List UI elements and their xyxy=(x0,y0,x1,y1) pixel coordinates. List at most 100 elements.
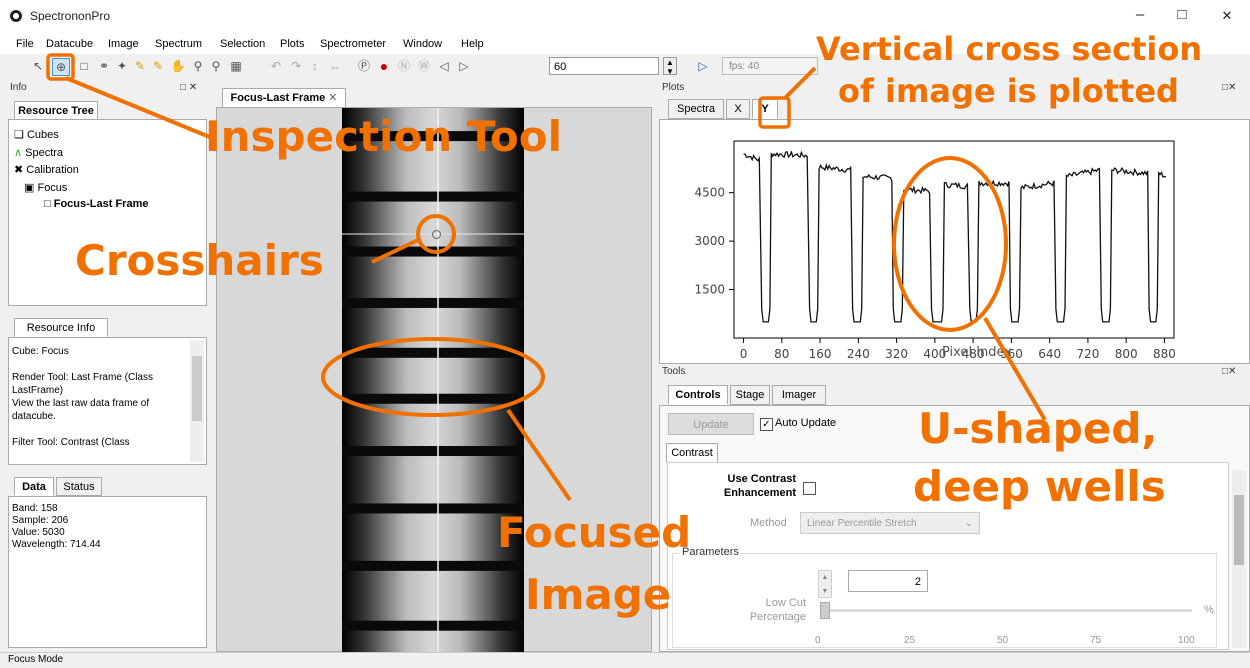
window-title: SpectrononPro xyxy=(30,9,111,23)
pan-hand-icon[interactable]: ✋ xyxy=(170,58,186,74)
low-cut-slider-handle[interactable] xyxy=(820,602,830,619)
resource-info-text: Cube: Focus Render Tool: Last Frame (Cla… xyxy=(12,346,153,448)
u-shaped-callout-2: deep wells xyxy=(913,462,1166,511)
play-icon[interactable]: ▷ xyxy=(695,58,711,74)
inspection-crosshair-icon[interactable]: ⊕ xyxy=(52,58,70,76)
tab-spectra[interactable]: Spectra xyxy=(668,99,724,119)
low-cut-slider-track[interactable] xyxy=(820,609,1192,612)
tab-close-icon[interactable]: ✕ xyxy=(328,92,337,104)
y-tick-label: 4500 xyxy=(694,186,725,200)
calibration-icon: ✖ xyxy=(14,164,24,176)
x-tick-label: 0 xyxy=(740,347,748,361)
app-logo-icon xyxy=(10,10,22,22)
vertical-cross-callout-1: Vertical cross section xyxy=(816,30,1203,68)
dark-icon[interactable]: Ⓝ xyxy=(396,58,412,74)
tab-controls[interactable]: Controls xyxy=(668,385,728,405)
white-icon[interactable]: Ⓦ xyxy=(416,58,432,74)
tools-panel-controls[interactable]: □✕ xyxy=(1222,366,1236,377)
maximize-button[interactable]: □ xyxy=(1172,6,1192,23)
pixel-value: Value: 5030 xyxy=(12,527,65,538)
next-icon[interactable]: ▷ xyxy=(456,58,472,74)
frame-stepper[interactable]: ▲ ▼ xyxy=(663,57,677,76)
tree-item-spectra[interactable]: ∧ Spectra xyxy=(14,146,63,159)
tab-y[interactable]: Y xyxy=(752,99,778,119)
undo-icon[interactable]: ↶ xyxy=(268,58,284,74)
slider-tick-100: 100 xyxy=(1178,635,1195,646)
tree-item-calibration[interactable]: ✖ Calibration xyxy=(14,163,79,176)
plots-panel-controls[interactable]: □✕ xyxy=(1222,82,1236,93)
x-tick-label: 240 xyxy=(847,347,870,361)
tab-resource-tree[interactable]: Resource Tree xyxy=(14,101,98,120)
zoom-in-icon[interactable]: ⚲ xyxy=(190,58,206,74)
y-profile-chart[interactable]: 150030004500 0 80 160 240 320 400 480 560 640 720… xyxy=(659,119,1250,364)
brush-eraser-icon[interactable]: ✎ xyxy=(150,58,166,74)
lasso-icon[interactable]: ⚭ xyxy=(96,58,112,74)
method-label: Method xyxy=(750,517,787,529)
menu-selection[interactable]: Selection xyxy=(220,38,265,50)
flip-vertical-icon[interactable]: ↕ xyxy=(307,58,323,74)
tab-resource-info[interactable]: Resource Info xyxy=(14,318,108,337)
tools-scroll-thumb[interactable] xyxy=(1234,495,1244,565)
image-dark-band xyxy=(342,191,524,202)
close-window-button[interactable]: ✕ xyxy=(1217,8,1237,24)
tab-stage[interactable]: Stage xyxy=(730,385,770,405)
magic-wand-icon[interactable]: ✦ xyxy=(114,58,130,74)
select-arrow-icon[interactable]: ↖ xyxy=(30,58,46,74)
tree-item-focus[interactable]: ▣ Focus xyxy=(24,181,67,194)
tools-panel-title: Tools xyxy=(662,366,686,377)
menu-spectrometer[interactable]: Spectrometer xyxy=(320,38,386,50)
y-tick-label: 3000 xyxy=(694,234,725,248)
menu-window[interactable]: Window xyxy=(403,38,442,50)
tree-item-cubes[interactable]: ❏ Cubes xyxy=(14,128,59,141)
dark-frame-icon[interactable]: Ⓟ xyxy=(356,58,372,74)
use-contrast-label: Use Contrast Enhancement xyxy=(723,473,796,499)
spectra-icon: ∧ xyxy=(14,147,23,159)
menu-help[interactable]: Help xyxy=(461,38,484,50)
x-tick-label: 880 xyxy=(1153,347,1176,361)
wavelength-value: Wavelength: 714.44 xyxy=(12,539,101,550)
record-icon[interactable]: ● xyxy=(376,58,392,74)
zoom-fit-icon[interactable]: ▦ xyxy=(228,58,244,74)
auto-update-checkbox[interactable]: ✓ xyxy=(760,418,773,431)
resource-info-scroll-thumb[interactable] xyxy=(192,356,202,421)
menu-plots[interactable]: Plots xyxy=(280,38,304,50)
redo-icon[interactable]: ↷ xyxy=(288,58,304,74)
tree-item-focus-last-frame[interactable]: □ Focus-Last Frame xyxy=(44,198,148,210)
menu-spectrum[interactable]: Spectrum xyxy=(155,38,202,50)
focused-image[interactable] xyxy=(342,108,524,652)
focus-cube-icon: ▣ xyxy=(24,182,35,194)
cube-icon: ❏ xyxy=(14,129,24,141)
inspection-tool-callout: Inspection Tool xyxy=(205,112,562,161)
menu-file[interactable]: File xyxy=(16,38,34,50)
update-button[interactable]: Update xyxy=(668,413,754,435)
slider-tick-25: 25 xyxy=(904,635,916,646)
status-bar xyxy=(0,652,1250,668)
tab-focus-last-frame[interactable]: Focus-Last Frame ✕ xyxy=(222,88,346,108)
minimize-button[interactable]: – xyxy=(1130,6,1150,23)
tab-imager[interactable]: Imager xyxy=(772,385,826,405)
vertical-cross-callout-2: of image is plotted xyxy=(838,72,1179,110)
info-panel-controls[interactable]: □ ✕ xyxy=(180,82,197,93)
menu-image[interactable]: Image xyxy=(108,38,139,50)
tab-data[interactable]: Data xyxy=(14,477,54,496)
x-tick-label: 640 xyxy=(1038,347,1061,361)
crosshair-marker xyxy=(432,230,441,239)
brush-icon[interactable]: ✎ xyxy=(132,58,148,74)
low-cut-input[interactable]: 2 xyxy=(848,570,928,592)
flip-horizontal-icon[interactable]: ↔ xyxy=(327,58,343,74)
u-shaped-callout-1: U-shaped, xyxy=(918,404,1158,453)
use-contrast-checkbox[interactable] xyxy=(803,482,816,495)
method-select[interactable]: Linear Percentile Stretch ⌄ xyxy=(800,512,980,534)
menu-datacube[interactable]: Datacube xyxy=(46,38,93,50)
rectangle-select-icon[interactable]: □ xyxy=(76,58,92,74)
low-cut-stepper[interactable]: ▲ ▼ xyxy=(818,570,832,598)
frame-input[interactable]: 60 xyxy=(549,57,659,75)
image-dark-band xyxy=(342,347,524,358)
tab-status[interactable]: Status xyxy=(56,477,102,496)
tab-contrast[interactable]: Contrast xyxy=(666,443,718,463)
tab-x[interactable]: X xyxy=(726,99,750,119)
zoom-out-icon[interactable]: ⚲ xyxy=(208,58,224,74)
slider-tick-0: 0 xyxy=(815,635,821,646)
prev-icon[interactable]: ◁ xyxy=(436,58,452,74)
percent-symbol: % xyxy=(1204,604,1214,616)
